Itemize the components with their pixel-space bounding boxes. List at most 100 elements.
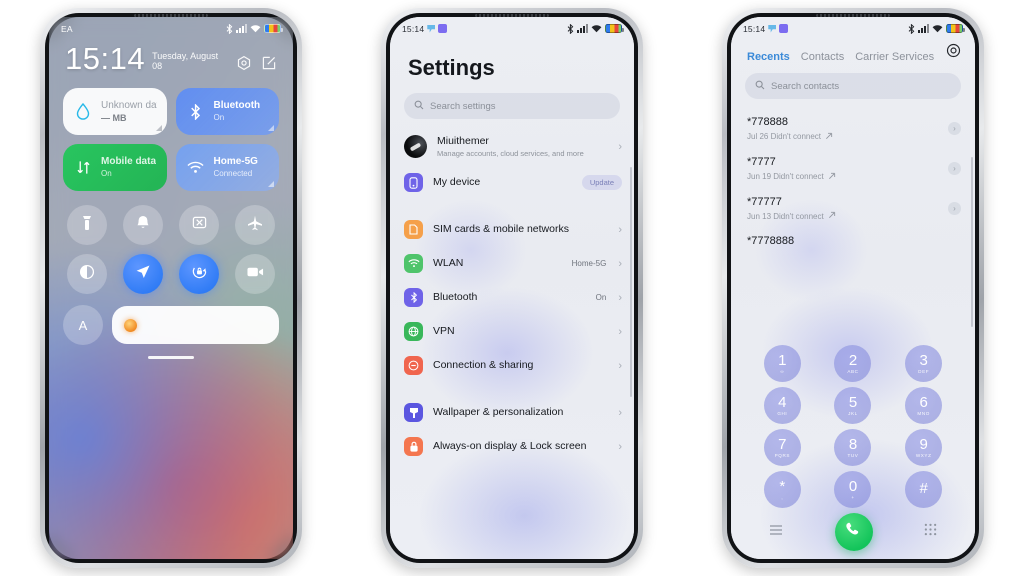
key-star[interactable]: * ,	[763, 471, 801, 508]
auto-rotate-toggle[interactable]	[179, 254, 220, 294]
screen-record-toggle[interactable]	[235, 254, 276, 294]
key-2[interactable]: 2 ABC	[834, 345, 872, 382]
key-5[interactable]: 5 JKL	[834, 387, 872, 424]
app-notification-icon	[779, 24, 789, 33]
aod-text: Always-on display & Lock screen	[433, 440, 608, 453]
tile-data-plan[interactable]: Unknown data plan — MB	[63, 88, 167, 135]
scrollbar[interactable]	[971, 157, 973, 327]
tile-mobile-data[interactable]: Mobile data On	[63, 144, 167, 191]
scrollbar[interactable]	[630, 167, 632, 397]
account-title: Miuithemer	[437, 135, 489, 147]
call-info: *7778888	[747, 235, 961, 249]
search-input[interactable]: Search settings	[404, 93, 620, 119]
tile-expand-corner[interactable]	[268, 125, 274, 131]
auto-brightness-toggle[interactable]: A	[63, 305, 103, 345]
tab-contacts[interactable]: Contacts	[801, 51, 844, 63]
tab-carrier-services[interactable]: Carrier Services	[855, 51, 934, 63]
key-6[interactable]: 6 MNO	[905, 387, 943, 424]
row-value: On	[595, 293, 607, 303]
key-number: 8	[848, 435, 858, 453]
control-center: 15:14 Tuesday, August 08 Unknown da — MB…	[49, 37, 293, 359]
phone-device-1: EA 15:14 Tuesday, August 08 Unknown da —…	[40, 8, 302, 568]
tile-expand-corner[interactable]	[155, 125, 162, 131]
my-device-text: My device	[433, 176, 572, 189]
video-camera-icon	[247, 265, 264, 283]
key-letters: ,	[781, 495, 784, 501]
ringer-toggle[interactable]	[122, 205, 163, 245]
toggle-grid	[63, 205, 279, 294]
keypad-icon[interactable]	[924, 523, 937, 541]
flashlight-icon	[80, 215, 94, 236]
settings-row-sim[interactable]: SIM cards & mobile networks ›	[390, 213, 634, 247]
settings-row-my-device[interactable]: My device Update	[390, 166, 634, 200]
call-row[interactable]: *7777 Jun 19 Didn't connect ›	[731, 149, 975, 189]
call-row[interactable]: *778888 Jul 26 Didn't connect ›	[731, 109, 975, 149]
dialer-tabs: Recents Contacts Carrier Services	[731, 37, 975, 63]
recent-calls-list: *778888 Jul 26 Didn't connect › *7777 Ju…	[731, 109, 975, 256]
gear-icon[interactable]	[236, 55, 252, 71]
earpiece-speaker	[475, 14, 549, 17]
airplane-toggle[interactable]	[235, 205, 276, 245]
screenshot-toggle[interactable]	[179, 205, 220, 245]
key-9[interactable]: 9 WXYZ	[905, 429, 943, 466]
avatar-icon	[404, 135, 427, 159]
location-toggle[interactable]	[122, 254, 163, 294]
phone-bezel: EA 15:14 Tuesday, August 08 Unknown da —…	[45, 13, 297, 563]
status-bar-left: 15:14	[402, 24, 448, 34]
signal-icon	[236, 24, 247, 33]
tab-recents[interactable]: Recents	[747, 51, 790, 63]
key-hash[interactable]: #	[905, 471, 943, 508]
settings-button[interactable]	[946, 43, 961, 63]
status-bar-right	[567, 23, 624, 34]
share-icon	[404, 356, 423, 376]
gear-icon	[946, 43, 961, 62]
settings-row-account[interactable]: Miuithemer Manage accounts, cloud servic…	[390, 128, 634, 166]
battery-icon	[264, 24, 283, 33]
call-meta: Jun 13 Didn't connect	[747, 211, 948, 221]
tile-bluetooth[interactable]: Bluetooth On	[175, 88, 279, 135]
key-7[interactable]: 7 PQRS	[763, 429, 801, 466]
settings-row-bluetooth[interactable]: Bluetooth On ›	[390, 281, 634, 315]
settings-row-connection-sharing[interactable]: Connection & sharing ›	[390, 349, 634, 383]
key-4[interactable]: 4 GHI	[763, 387, 801, 424]
flashlight-toggle[interactable]	[66, 205, 107, 245]
call-row[interactable]: *77777 Jun 13 Didn't connect ›	[731, 189, 975, 229]
sun-icon	[124, 318, 137, 332]
call-row[interactable]: *7778888	[731, 228, 975, 256]
update-badge[interactable]: Update	[581, 175, 622, 191]
key-1[interactable]: 1 ∞	[763, 345, 801, 382]
key-letters: JKL	[848, 411, 858, 417]
call-details-button[interactable]: ›	[948, 201, 961, 215]
key-3[interactable]: 3 DEF	[905, 345, 943, 382]
dark-mode-toggle[interactable]	[66, 254, 107, 294]
call-button[interactable]	[834, 513, 873, 551]
settings-row-wlan[interactable]: WLAN Home-5G ›	[390, 247, 634, 281]
key-8[interactable]: 8 TUV	[834, 429, 872, 466]
edit-icon[interactable]	[261, 55, 277, 71]
wifi-icon	[591, 24, 602, 33]
dialpad: 1 ∞ 2 ABC 3 DEF 4 GHI 5 JKL 6 MNO 7 PQRS…	[731, 345, 975, 559]
key-letters: ∞	[780, 369, 785, 375]
settings-row-vpn[interactable]: VPN ›	[390, 315, 634, 349]
tile-wifi-text: Home-5G Connected	[214, 156, 258, 179]
home-indicator[interactable]	[148, 356, 194, 359]
menu-icon[interactable]	[769, 523, 783, 541]
tile-expand-corner[interactable]	[268, 181, 274, 187]
key-number: 5	[848, 393, 858, 411]
call-details-button[interactable]: ›	[948, 162, 961, 176]
bluetooth-icon	[226, 23, 233, 34]
phone-icon	[404, 173, 423, 193]
search-placeholder: Search settings	[430, 100, 496, 112]
call-number: *7777	[747, 155, 776, 168]
list-separator	[390, 383, 634, 396]
wifi-icon	[186, 161, 206, 174]
key-0[interactable]: 0 +	[834, 471, 872, 508]
clock-actions	[236, 55, 277, 74]
search-input[interactable]: Search contacts	[745, 73, 961, 99]
tile-wifi[interactable]: Home-5G Connected	[175, 144, 279, 191]
call-details-button[interactable]: ›	[948, 122, 961, 136]
my-device-title: My device	[433, 176, 481, 189]
settings-row-aod-lockscreen[interactable]: Always-on display & Lock screen ›	[390, 430, 634, 464]
brightness-slider[interactable]	[112, 306, 279, 344]
settings-row-wallpaper[interactable]: Wallpaper & personalization ›	[390, 396, 634, 430]
